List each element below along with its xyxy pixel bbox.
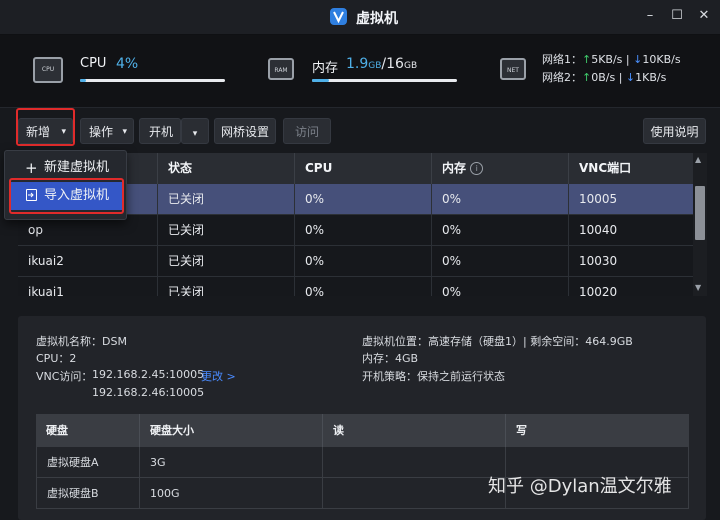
cpu-label: CPU [80, 56, 107, 71]
detail-vnc-address-1: 192.168.2.45:10005 [92, 368, 205, 381]
column-header-memory: 内存 i [432, 153, 569, 184]
cell-status: 已关闭 [158, 215, 295, 246]
watermark: 知乎 @Dylan温文尔雅 [488, 476, 672, 497]
network2-stats: 网络2：↑0B/s | ↓1KB/s [542, 69, 666, 85]
memory-total-unit: GB [403, 61, 418, 71]
cpu-usage-fill [80, 79, 86, 82]
column-header-vnc-port: VNC端口 [569, 153, 693, 184]
detail-vnc-address-2: 192.168.2.46:10005 [92, 386, 205, 399]
download-arrow-icon: ↓ [625, 71, 636, 84]
scroll-down-icon[interactable]: ▼ [695, 283, 701, 292]
detail-boot-policy: 开机策略：保持之前运行状态 [362, 370, 505, 383]
close-icon[interactable]: ✕ [697, 9, 711, 23]
cell-memory: 0% [432, 184, 569, 215]
memory-label: 内存 [312, 61, 339, 76]
memory-used: 1.9 [346, 56, 369, 72]
minimize-icon[interactable]: – [643, 9, 657, 23]
disk-cell-name: 虚拟硬盘B [36, 478, 140, 509]
scrollbar-thumb[interactable] [695, 186, 705, 240]
column-header-cpu: CPU [295, 153, 432, 184]
detail-memory: 内存：4GB [362, 352, 419, 365]
bridge-settings-button[interactable]: 网桥设置 [214, 118, 276, 144]
network1-download: 10KB/s [642, 53, 681, 66]
disk-header-size: 硬盘大小 [140, 414, 323, 447]
memory-total: 16 [386, 56, 404, 72]
ram-chip-icon: RAM [268, 58, 294, 80]
memory-used-unit: GB [368, 61, 382, 71]
operations-button-label: 操作 [89, 125, 114, 139]
chevron-down-icon: ▾ [122, 127, 127, 137]
disk-cell-size: 100G [140, 478, 323, 509]
import-vm-highlight [9, 178, 124, 214]
memory-usage-bar [312, 79, 457, 82]
detail-vnc-label: VNC访问： [36, 370, 93, 383]
network1-label: 网络1： [542, 53, 582, 66]
app-logo-icon [330, 8, 347, 25]
cell-status: 已关闭 [158, 277, 295, 296]
cell-vnc-port: 10020 [579, 285, 618, 296]
cell-cpu: 0% [295, 184, 432, 215]
network-chip-icon: NET [500, 58, 526, 80]
visit-button[interactable]: 访问 [283, 118, 331, 144]
maximize-icon[interactable]: ☐ [670, 9, 684, 23]
cpu-chip-icon: CPU [33, 57, 63, 83]
upload-arrow-icon: ↑ [582, 53, 592, 66]
memory-usage-fill [312, 79, 330, 82]
table-row[interactable]: ikuai1 已关闭 0% 0% 10020 [18, 277, 693, 296]
change-vnc-link[interactable]: 更改 > [201, 368, 236, 384]
column-header-memory-label: 内存 [442, 161, 467, 175]
network2-separator: | [618, 71, 623, 84]
disk-cell-read [323, 447, 506, 478]
detail-vm-name: 虚拟机名称：DSM [36, 335, 127, 348]
cell-name: ikuai2 [18, 246, 158, 277]
network2-download: 1KB/s [635, 71, 667, 84]
detail-cpu: CPU：2 [36, 352, 77, 365]
network1-upload: 5KB/s [591, 53, 623, 66]
table-row[interactable]: ikuai2 已关闭 0% 0% 10030 [18, 246, 693, 277]
network1-stats: 网络1：↑5KB/s | ↓10KB/s [542, 51, 681, 67]
cell-vnc-port: 10005 [579, 192, 618, 206]
cell-status: 已关闭 [158, 246, 295, 277]
cell-vnc-port: 10030 [579, 254, 618, 268]
chevron-down-icon: ▾ [192, 129, 198, 139]
power-options-dropdown[interactable]: ▾ [181, 118, 209, 144]
cell-vnc-port: 10040 [579, 223, 618, 237]
cell-cpu: 0% [295, 215, 432, 246]
memory-value: 1.9GB/16GB [346, 56, 417, 72]
new-button-highlight [16, 108, 75, 146]
scroll-up-icon[interactable]: ▲ [695, 155, 701, 164]
cell-memory: 0% [432, 246, 569, 277]
disk-cell-name: 虚拟硬盘A [36, 447, 140, 478]
download-arrow-icon: ↓ [633, 53, 643, 66]
window-title: 虚拟机 [356, 11, 398, 27]
disk-header-read: 读 [323, 414, 506, 447]
upload-arrow-icon: ↑ [582, 71, 592, 84]
disk-cell-read [323, 478, 506, 509]
network1-separator: | [625, 53, 630, 66]
column-header-status: 状态 [158, 153, 295, 184]
cell-status: 已关闭 [158, 184, 295, 215]
help-button[interactable]: 使用说明 [643, 118, 706, 144]
disk-header-name: 硬盘 [36, 414, 140, 447]
disk-cell-size: 3G [140, 447, 323, 478]
cell-cpu: 0% [295, 246, 432, 277]
cell-memory: 0% [432, 277, 569, 296]
cell-cpu: 0% [295, 277, 432, 296]
disk-header-write: 写 [506, 414, 689, 447]
network2-upload: 0B/s [591, 71, 616, 84]
detail-location: 虚拟机位置：高速存储（硬盘1）| 剩余空间：464.9GB [362, 335, 633, 348]
network2-label: 网络2： [542, 71, 582, 84]
cpu-usage-bar [80, 79, 225, 82]
power-on-button[interactable]: 开机 [139, 118, 181, 144]
cpu-value: 4% [116, 56, 139, 72]
info-icon[interactable]: i [470, 162, 484, 175]
cell-name: ikuai1 [18, 277, 158, 296]
operations-button[interactable]: 操作 ▾ [80, 118, 134, 144]
cell-memory: 0% [432, 215, 569, 246]
